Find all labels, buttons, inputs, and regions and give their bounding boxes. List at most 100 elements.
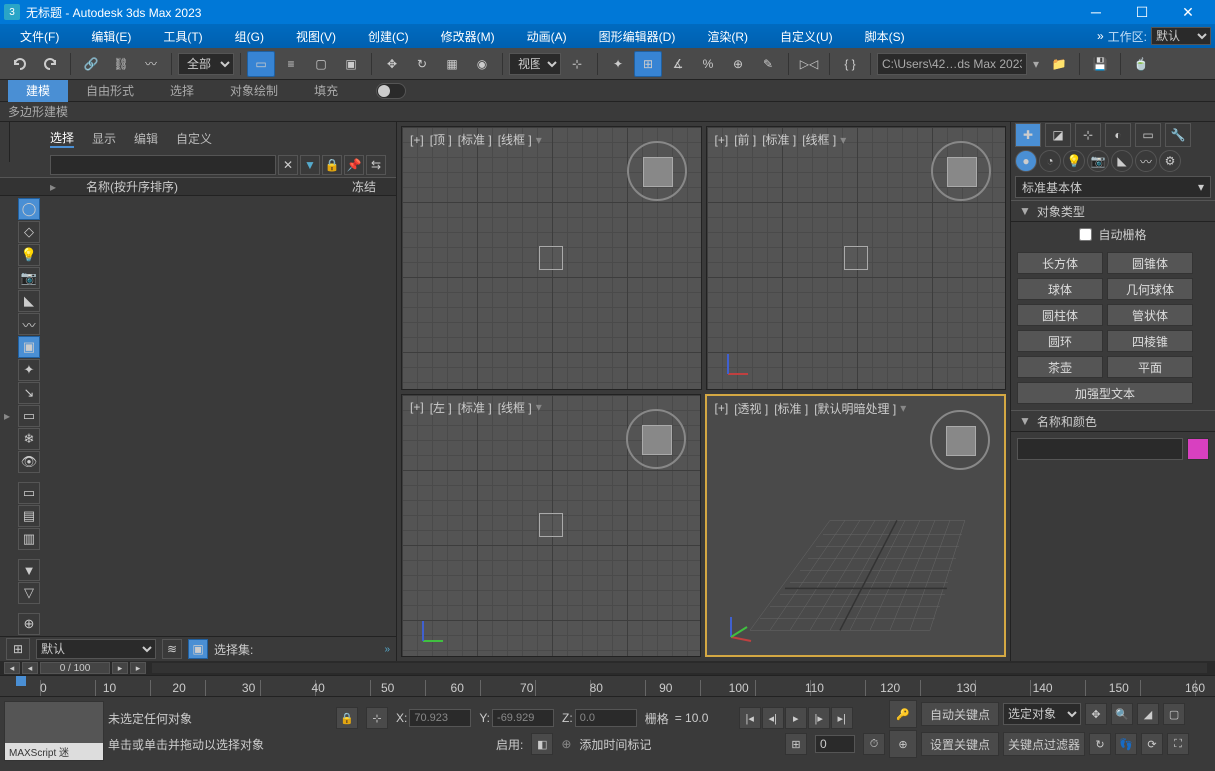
frame-display[interactable]: 0 / 100 [40, 662, 110, 674]
scene-list[interactable] [44, 196, 396, 636]
utilities-tab[interactable]: 🔧 [1165, 123, 1191, 147]
modify-tab[interactable]: ◪ [1045, 123, 1071, 147]
viewcube-icon[interactable] [931, 141, 991, 201]
filter-geometry-icon[interactable]: ◯ [18, 198, 40, 220]
folder-button[interactable]: 📁 [1045, 51, 1073, 77]
panel-expand[interactable]: ▸ [0, 196, 14, 636]
scene-tab-display[interactable]: 显示 [92, 130, 116, 147]
viewcube-icon[interactable] [930, 410, 990, 470]
prim-pyramid[interactable]: 四棱锥 [1107, 330, 1193, 352]
z-coord[interactable] [575, 709, 637, 727]
refcoord-select[interactable]: 视图 [509, 53, 561, 75]
menu-customize[interactable]: 自定义(U) [764, 24, 849, 48]
tl-next[interactable]: ▸ [112, 662, 128, 674]
helpers-icon[interactable]: ◣ [1111, 150, 1133, 172]
prim-sphere[interactable]: 球体 [1017, 278, 1103, 300]
col-frozen[interactable]: 冻结 [352, 178, 376, 195]
motion-tab[interactable]: ◐ [1105, 123, 1131, 147]
collapse-icon[interactable]: ▼ [18, 559, 40, 581]
create-tab[interactable]: ✚ [1015, 123, 1041, 147]
prim-textplus[interactable]: 加强型文本 [1017, 382, 1193, 404]
filter-icon[interactable]: ▼ [300, 155, 320, 175]
render-button[interactable]: 🍵 [1127, 51, 1155, 77]
lock-selection-icon[interactable]: 🔒 [336, 707, 358, 729]
systems-icon[interactable]: ⚙ [1159, 150, 1181, 172]
menu-view[interactable]: 视图(V) [280, 24, 352, 48]
rollout-namecolor[interactable]: ▼名称和颜色 [1011, 410, 1215, 432]
autogrid-check[interactable] [1079, 228, 1092, 241]
spacewarps-icon[interactable]: 〰 [1135, 150, 1157, 172]
redo-button[interactable] [36, 51, 64, 77]
filter-group-icon[interactable]: ▣ [18, 336, 40, 358]
rotate-button[interactable]: ↻ [408, 51, 436, 77]
time-ruler[interactable]: 0102030405060708090100110120130140150160 [0, 675, 1215, 697]
setkey-button[interactable]: 设置关键点 [921, 732, 999, 756]
ribbon-toggle[interactable] [376, 83, 406, 99]
nav-walk-icon[interactable]: 👣 [1115, 733, 1137, 755]
project-path[interactable] [877, 53, 1027, 75]
col-name[interactable]: 名称(按升序排序) [86, 178, 178, 195]
tl-prev2[interactable]: ◂ [22, 662, 38, 674]
x-coord[interactable] [409, 709, 471, 727]
next-frame-icon[interactable]: |▸ [808, 707, 830, 729]
lights-icon[interactable]: 💡 [1063, 150, 1085, 172]
rtab-populate[interactable]: 填充 [296, 80, 356, 102]
link-button[interactable]: 🔗 [77, 51, 105, 77]
select-button[interactable]: ▭ [247, 51, 275, 77]
save-button[interactable]: 💾 [1086, 51, 1114, 77]
window-crossing-button[interactable]: ▣ [337, 51, 365, 77]
pivot-button[interactable]: ⊹ [563, 51, 591, 77]
move-button[interactable]: ✥ [378, 51, 406, 77]
selection-filter[interactable]: 全部 [178, 53, 234, 75]
menu-tools[interactable]: 工具(T) [147, 24, 218, 48]
hierarchy-tab[interactable]: ⊹ [1075, 123, 1101, 147]
prim-plane[interactable]: 平面 [1107, 356, 1193, 378]
y-coord[interactable] [492, 709, 554, 727]
menu-modifiers[interactable]: 修改器(M) [425, 24, 511, 48]
spinner-snap[interactable]: ⊕ [724, 51, 752, 77]
scene-tab-edit[interactable]: 编辑 [134, 130, 158, 147]
autokey-button[interactable]: 自动关键点 [921, 702, 999, 726]
filter-frozen-icon[interactable]: ❄ [18, 428, 40, 450]
minimize-button[interactable]: ─ [1073, 0, 1119, 24]
display-tab[interactable]: ▭ [1135, 123, 1161, 147]
bind-button[interactable]: 〰 [137, 51, 165, 77]
current-frame[interactable] [815, 735, 855, 753]
goto-start-icon[interactable]: |◂ [739, 707, 761, 729]
time-settings-icon[interactable]: ⏱ [863, 733, 885, 755]
category-dropdown[interactable]: 标准基本体▾ [1015, 176, 1211, 198]
cameras-icon[interactable]: 📷 [1087, 150, 1109, 172]
time-slider[interactable] [152, 663, 1207, 673]
maximize-button[interactable]: ☐ [1119, 0, 1165, 24]
mirror-button[interactable]: ▷◁ [795, 51, 823, 77]
workspace-select[interactable]: 默认 [1151, 27, 1211, 45]
expand-icon[interactable]: ▽ [18, 582, 40, 604]
prim-torus[interactable]: 圆环 [1017, 330, 1103, 352]
menu-group[interactable]: 组(G) [219, 24, 280, 48]
prim-geosphere[interactable]: 几何球体 [1107, 278, 1193, 300]
shapes-icon[interactable]: ◔ [1039, 150, 1061, 172]
viewport-perspective[interactable]: [+][透视 ][标准 ][默认明暗处理 ]▾ [705, 394, 1007, 658]
rtab-paint[interactable]: 对象绘制 [212, 80, 296, 102]
abs-rel-icon[interactable]: ⊹ [366, 707, 388, 729]
expand-arrow-icon[interactable]: » [384, 644, 390, 655]
tl-prev[interactable]: ◂ [4, 662, 20, 674]
prim-cylinder[interactable]: 圆柱体 [1017, 304, 1103, 326]
add-time-tag[interactable]: 添加时间标记 [579, 736, 651, 753]
key-mode-icon[interactable]: 🔑 [889, 700, 917, 728]
display-invert-icon[interactable]: ▥ [18, 528, 40, 550]
maxscript-panel[interactable]: MAXScript 迷 [4, 701, 104, 761]
menu-render[interactable]: 渲染(R) [691, 24, 764, 48]
menu-graph[interactable]: 图形编辑器(D) [583, 24, 692, 48]
nav-zoom-icon[interactable]: 🔍 [1111, 703, 1133, 725]
filter-light-icon[interactable]: 💡 [18, 244, 40, 266]
menu-create[interactable]: 创建(C) [352, 24, 425, 48]
play-icon[interactable]: ▸ [785, 707, 807, 729]
viewport-front[interactable]: [+][前 ][标准 ][线框 ]▾ [706, 126, 1007, 390]
nav-maximize-icon[interactable]: ⛶ [1167, 733, 1189, 755]
filter-spacewarp-icon[interactable]: 〰 [18, 313, 40, 335]
scene-tab-custom[interactable]: 自定义 [176, 130, 212, 147]
scene-tab-select[interactable]: 选择 [50, 129, 74, 148]
nav-roll-icon[interactable]: ⟳ [1141, 733, 1163, 755]
keyfilter-sel1[interactable]: 选定对象 [1003, 703, 1081, 725]
